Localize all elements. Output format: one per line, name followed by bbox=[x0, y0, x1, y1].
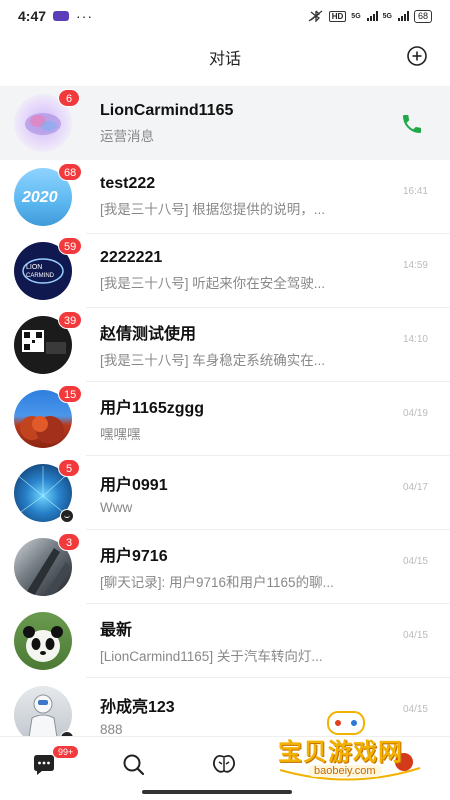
conversation-item[interactable]: 5 用户0991 Www 04/17 bbox=[0, 456, 450, 530]
signal-icon bbox=[366, 11, 378, 21]
conversation-time: 04/19 bbox=[402, 408, 428, 419]
conversation-time: 14:59 bbox=[402, 260, 428, 271]
conversation-preview: [LionCarmind1165] 关于汽车转向灯... bbox=[100, 649, 323, 664]
conversation-preview: 嘿嘿嘿 bbox=[100, 427, 141, 442]
unread-badge: 68 bbox=[58, 163, 83, 181]
svg-text:LION: LION bbox=[26, 264, 42, 271]
page-title: 对话 bbox=[208, 51, 241, 68]
conversation-item[interactable]: 3 用户9716 [聊天记录]: 用户9716和用户1165的聊... 04/1… bbox=[0, 530, 450, 604]
status-time: 4:47 bbox=[18, 8, 47, 24]
unread-badge: 5 bbox=[58, 459, 80, 477]
add-conversation-icon[interactable] bbox=[406, 45, 428, 67]
header: 对话 bbox=[0, 32, 450, 82]
status-bar: 4:47 ··· HD 5G 5G 68 bbox=[0, 0, 450, 32]
unread-badge: 39 bbox=[58, 311, 83, 329]
conversation-item[interactable]: LION CARMIND 59 2222221 [我是三十八号] 听起来你在安全驾… bbox=[0, 234, 450, 308]
conversation-time: 16:41 bbox=[402, 186, 428, 197]
bluetooth-off-icon bbox=[308, 10, 323, 22]
avatar bbox=[14, 612, 72, 670]
watermark-url: baobeiy.com bbox=[308, 765, 382, 777]
network-type-label-2: 5G bbox=[382, 12, 392, 20]
conversation-preview: [聊天记录]: 用户9716和用户1165的聊... bbox=[100, 575, 334, 590]
chat-unread-badge: 99+ bbox=[52, 745, 80, 759]
conversation-time: 04/17 bbox=[402, 482, 428, 493]
conversation-item[interactable]: 6 LionCarmind1165 运营消息 bbox=[0, 86, 450, 160]
conversation-time: 04/15 bbox=[402, 630, 428, 641]
svg-text:CARMIND: CARMIND bbox=[26, 273, 55, 279]
more-notifications-icon: ··· bbox=[76, 8, 94, 24]
watermark-text: 宝贝游戏网 bbox=[278, 739, 403, 766]
home-indicator[interactable] bbox=[142, 790, 292, 794]
unread-badge: 3 bbox=[58, 533, 80, 551]
unread-badge: 15 bbox=[58, 385, 83, 403]
network-type-label: 5G bbox=[351, 12, 361, 20]
conversation-name: LionCarmind1165 bbox=[100, 101, 234, 119]
conversation-preview: Www bbox=[100, 499, 133, 515]
conversation-time: 14:10 bbox=[402, 334, 428, 345]
conversation-list: 6 LionCarmind1165 运营消息 2020 68 test222 [… bbox=[0, 86, 450, 752]
conversation-item[interactable]: 39 赵倩测试使用 [我是三十八号] 车身稳定系统确实在... 14:10 bbox=[0, 308, 450, 382]
conversation-name: 用户1165zggg bbox=[100, 400, 205, 417]
conversation-item[interactable]: 2020 68 test222 [我是三十八号] 根据您提供的说明，... 16… bbox=[0, 160, 450, 234]
svg-text:2020: 2020 bbox=[21, 189, 58, 206]
conversation-item[interactable]: 15 用户1165zggg 嘿嘿嘿 04/19 bbox=[0, 382, 450, 456]
hd-voice-icon: HD bbox=[328, 10, 347, 22]
conversation-preview: [我是三十八号] 根据您提供的说明，... bbox=[100, 202, 326, 217]
conversation-name: 用户0991 bbox=[100, 476, 168, 494]
conversation-preview: [我是三十八号] 车身稳定系统确实在... bbox=[100, 353, 326, 368]
conversation-name: 赵倩测试使用 bbox=[100, 326, 197, 343]
discover-tab-icon[interactable] bbox=[210, 751, 238, 779]
muted-icon bbox=[60, 509, 74, 523]
conversation-preview: 运营消息 bbox=[100, 128, 154, 144]
conversation-name: 2222221 bbox=[100, 249, 163, 266]
search-icon[interactable] bbox=[120, 751, 148, 779]
conversation-name: test222 bbox=[100, 175, 156, 192]
unread-badge: 6 bbox=[58, 89, 80, 107]
signal-icon-2 bbox=[397, 11, 409, 21]
conversation-time: 04/15 bbox=[402, 556, 428, 567]
app-notification-icon bbox=[53, 11, 70, 21]
conversation-name: 最新 bbox=[100, 622, 133, 639]
conversation-preview: [我是三十八号] 听起来你在安全驾驶... bbox=[100, 276, 326, 291]
conversation-name: 用户9716 bbox=[100, 548, 168, 565]
phone-icon[interactable] bbox=[400, 112, 424, 136]
conversation-item[interactable]: 最新 [LionCarmind1165] 关于汽车转向灯... 04/15 bbox=[0, 604, 450, 678]
unread-badge: 59 bbox=[58, 237, 83, 255]
battery-indicator: 68 bbox=[413, 9, 432, 23]
watermark: 宝贝游戏网 baobeiy.com bbox=[270, 710, 430, 788]
